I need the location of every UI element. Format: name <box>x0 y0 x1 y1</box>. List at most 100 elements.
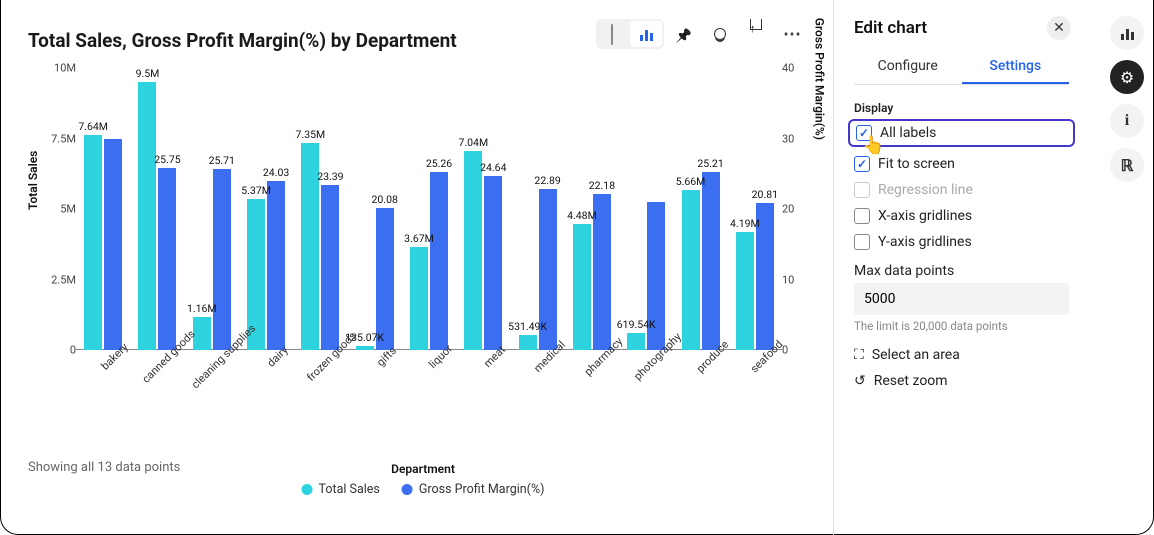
chart-view-button[interactable] <box>630 21 662 47</box>
bar-total-sales[interactable] <box>410 247 428 350</box>
y2-tick: 20 <box>782 203 794 216</box>
checkbox-fit[interactable] <box>854 156 870 172</box>
max-dp-input[interactable] <box>854 283 1069 315</box>
more-icon <box>783 24 801 45</box>
share-button[interactable] <box>740 19 772 49</box>
rail-chart-button[interactable] <box>1110 16 1144 50</box>
checkbox-label: All labels <box>880 125 936 141</box>
checkbox-all-labels-row[interactable]: All labels 👆 <box>848 119 1075 147</box>
data-label: 7.64M <box>78 120 108 133</box>
bar-gpm[interactable] <box>376 208 394 350</box>
y1-tick: 5M <box>60 203 76 216</box>
plot-area[interactable]: 7.64M9.5M25.751.16M25.715.37M24.037.35M2… <box>76 68 782 350</box>
reset-icon: ↺ <box>854 373 866 389</box>
action-label: Reset zoom <box>874 373 948 389</box>
legend-item-total-sales[interactable]: Total Sales <box>302 482 380 497</box>
y-right-ticks: 0 10 20 30 40 <box>782 68 810 350</box>
rail-r-button[interactable]: ℝ <box>1110 148 1144 182</box>
y1-tick: 2.5M <box>51 273 76 286</box>
pin-button[interactable] <box>668 19 700 49</box>
data-label: 20.81 <box>752 188 778 201</box>
checkbox-xgrid[interactable] <box>854 208 870 224</box>
close-panel-button[interactable]: ✕ <box>1047 16 1071 40</box>
x-axis-title: Department <box>391 462 455 476</box>
bar-total-sales[interactable] <box>84 135 102 350</box>
tab-settings[interactable]: Settings <box>962 52 1070 84</box>
max-dp-hint: The limit is 20,000 data points <box>854 319 1069 333</box>
y-left-ticks: 0 2.5M 5M 7.5M 10M <box>40 68 76 350</box>
checkbox-ygrid-row[interactable]: Y-axis gridlines <box>854 229 1069 255</box>
y1-tick: 7.5M <box>51 132 76 145</box>
close-icon: ✕ <box>1053 20 1065 36</box>
data-label: 7.04M <box>458 136 488 149</box>
bulb-icon <box>714 28 726 40</box>
bar-gpm[interactable] <box>213 169 231 350</box>
checkbox-label: Y-axis gridlines <box>878 234 972 250</box>
gear-icon: ⚙ <box>1120 68 1134 87</box>
data-label: 22.18 <box>589 179 615 192</box>
bar-total-sales[interactable] <box>464 151 482 350</box>
checkbox-ygrid[interactable] <box>854 234 870 250</box>
data-label: 1.16M <box>187 302 217 315</box>
bar-total-sales[interactable] <box>736 232 754 350</box>
select-area-button[interactable]: ⛶ Select an area <box>854 347 1069 363</box>
data-label: 4.19M <box>730 217 760 230</box>
bar-total-sales[interactable] <box>138 82 156 350</box>
y1-tick: 10M <box>54 62 76 75</box>
data-label: 25.26 <box>426 157 452 170</box>
data-label: 22.89 <box>534 174 560 187</box>
data-label: 5.66M <box>676 175 706 188</box>
data-label: 7.35M <box>296 128 326 141</box>
data-label: 9.5M <box>136 67 160 80</box>
panel-tabs: Configure Settings <box>854 52 1069 85</box>
checkbox-regression <box>854 182 870 198</box>
info-icon: i <box>1125 112 1129 130</box>
y2-tick: 30 <box>782 132 794 145</box>
table-view-button[interactable] <box>596 19 628 49</box>
bar-gpm[interactable] <box>158 168 176 350</box>
bar-gpm[interactable] <box>702 172 720 350</box>
select-area-icon: ⛶ <box>854 347 864 363</box>
data-label: 24.03 <box>263 166 289 179</box>
rail-settings-button[interactable]: ⚙ <box>1110 60 1144 94</box>
share-icon <box>750 19 762 49</box>
y2-tick: 40 <box>782 62 794 75</box>
bar-total-sales[interactable] <box>356 346 374 350</box>
data-point-count: Showing all 13 data points <box>28 460 180 475</box>
bar-gpm[interactable] <box>321 185 339 350</box>
checkbox-regression-row: Regression line <box>854 177 1069 203</box>
data-label: 20.08 <box>372 193 398 206</box>
bar-chart-icon <box>1121 26 1134 40</box>
checkbox-label: Regression line <box>878 182 973 198</box>
y2-tick: 10 <box>782 273 794 286</box>
data-label: 24.64 <box>480 161 506 174</box>
legend-item-gpm[interactable]: Gross Profit Margin(%) <box>402 482 545 497</box>
bar-gpm[interactable] <box>484 176 502 350</box>
bar-chart-icon <box>640 27 653 41</box>
checkbox-xgrid-row[interactable]: X-axis gridlines <box>854 203 1069 229</box>
insight-button[interactable] <box>704 19 736 49</box>
data-label: 3.67M <box>404 232 434 245</box>
bar-gpm[interactable] <box>267 181 285 350</box>
bar-gpm[interactable] <box>430 172 448 350</box>
bar-total-sales[interactable] <box>519 335 537 350</box>
legend-label: Gross Profit Margin(%) <box>419 482 545 497</box>
y-left-axis-label: Total Sales <box>26 151 40 210</box>
tab-configure[interactable]: Configure <box>854 52 962 84</box>
checkbox-label: Fit to screen <box>878 156 955 172</box>
bar-total-sales[interactable] <box>682 190 700 350</box>
bar-total-sales[interactable] <box>573 224 591 350</box>
rail-info-button[interactable]: i <box>1110 104 1144 138</box>
edit-chart-panel: Edit chart ✕ Configure Settings Display … <box>833 0 1089 535</box>
bar-gpm[interactable] <box>104 139 122 351</box>
checkbox-fit-row[interactable]: Fit to screen <box>854 151 1069 177</box>
reset-zoom-button[interactable]: ↺ Reset zoom <box>854 373 1069 389</box>
legend-dot-icon <box>402 484 413 495</box>
legend: Total Sales Gross Profit Margin(%) <box>302 482 545 497</box>
section-display-label: Display <box>854 101 1069 115</box>
right-rail: ⚙ i ℝ <box>1108 16 1146 182</box>
more-button[interactable] <box>776 19 808 49</box>
bar-total-sales[interactable] <box>627 333 645 350</box>
cursor-icon: 👆 <box>862 135 884 156</box>
view-mode-toggle <box>596 19 664 49</box>
